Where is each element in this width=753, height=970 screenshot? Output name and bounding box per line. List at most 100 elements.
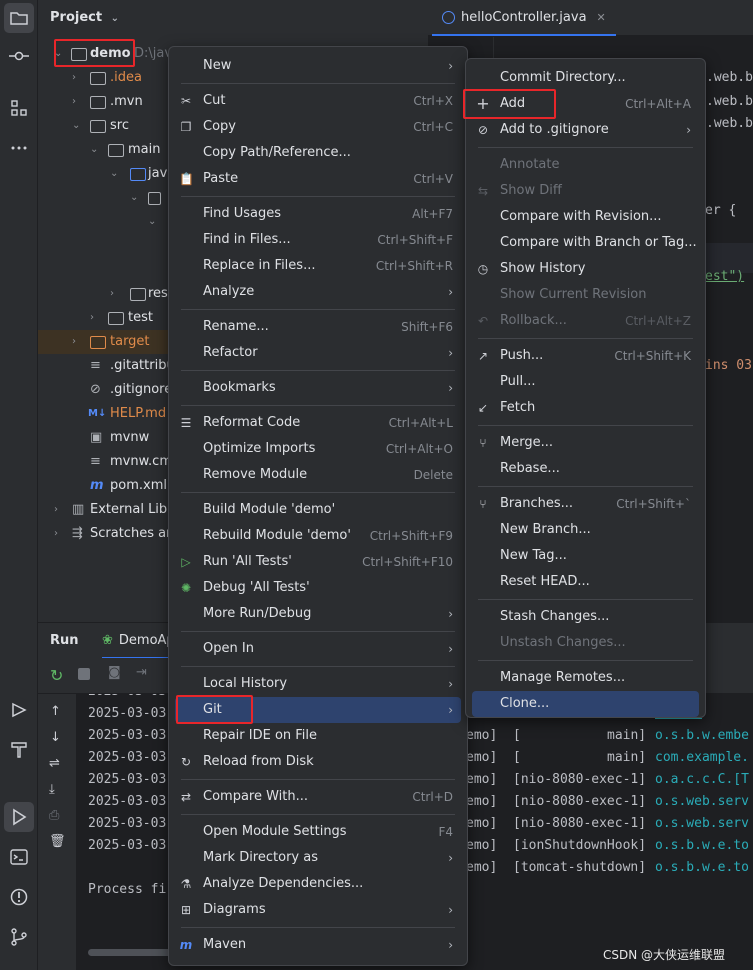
menu-item-rebuild-module-demo[interactable]: Rebuild Module 'demo' Ctrl+Shift+F9 bbox=[175, 523, 461, 549]
menu-item-build-module-demo[interactable]: Build Module 'demo' bbox=[175, 497, 461, 523]
project-panel-header[interactable]: Project ⌄ bbox=[50, 10, 119, 25]
menu-item-find-in-files[interactable]: Find in Files... Ctrl+Shift+F bbox=[175, 227, 461, 253]
menu-item-new-tag[interactable]: New Tag... bbox=[472, 543, 699, 569]
menu-item-cut[interactable]: ✂ Cut Ctrl+X bbox=[175, 88, 461, 114]
menu-item-git[interactable]: Git › bbox=[175, 697, 461, 723]
menu-item-new-branch[interactable]: New Branch... bbox=[472, 517, 699, 543]
reload-icon: ↻ bbox=[180, 755, 192, 769]
menu-item-paste[interactable]: 📋 Paste Ctrl+V bbox=[175, 166, 461, 192]
scroll-end-icon[interactable]: ⤓ bbox=[49, 782, 55, 797]
log-logger: o.a.c.c.C.[T bbox=[655, 772, 749, 787]
menu-item-optimize-imports[interactable]: Optimize Imports Ctrl+Alt+O bbox=[175, 436, 461, 462]
menu-item-stash-changes[interactable]: Stash Changes... bbox=[472, 604, 699, 630]
menu-item-replace-in-files[interactable]: Replace in Files... Ctrl+Shift+R bbox=[175, 253, 461, 279]
trash-icon[interactable]: 🗑 bbox=[49, 834, 66, 849]
menu-item-show-history[interactable]: ◷ Show History bbox=[472, 256, 699, 282]
run-panel-title: Run bbox=[50, 633, 79, 648]
menu-item-local-history[interactable]: Local History › bbox=[175, 671, 461, 697]
chevron-right-icon: › bbox=[54, 504, 58, 515]
print-icon[interactable]: ⎙ bbox=[49, 808, 59, 823]
menu-item-clone[interactable]: Clone... bbox=[472, 691, 699, 717]
run-tool-icon[interactable] bbox=[4, 802, 34, 832]
menu-item-analyze-dependencies[interactable]: ⚗ Analyze Dependencies... bbox=[175, 871, 461, 897]
problems-tool-icon[interactable] bbox=[7, 885, 31, 909]
menu-item-label: Run 'All Tests' bbox=[203, 554, 292, 569]
camera-icon[interactable]: ◙ bbox=[108, 665, 121, 680]
log-app: emo] bbox=[466, 816, 498, 831]
rerun-icon[interactable]: ↻ bbox=[50, 666, 63, 685]
menu-item-diagrams[interactable]: ⊞ Diagrams › bbox=[175, 897, 461, 923]
menu-item-compare-with[interactable]: ⇄ Compare With... Ctrl+D bbox=[175, 784, 461, 810]
soft-wrap-icon[interactable]: ⇌ bbox=[49, 756, 60, 771]
menu-item-repair-ide-on-file[interactable]: Repair IDE on File bbox=[175, 723, 461, 749]
menu-item-rebase[interactable]: Rebase... bbox=[472, 456, 699, 482]
menu-item-open-in[interactable]: Open In › bbox=[175, 636, 461, 662]
menu-item-label: Replace in Files... bbox=[203, 258, 316, 273]
chevron-right-icon: › bbox=[686, 123, 691, 137]
close-icon[interactable]: ✕ bbox=[597, 11, 606, 24]
log-logger: o.s.b.w.e.to bbox=[655, 860, 749, 875]
log-app: emo] bbox=[466, 772, 498, 787]
menu-item-merge[interactable]: ⑂ Merge... bbox=[472, 430, 699, 456]
menu-item-reload-from-disk[interactable]: ↻ Reload from Disk bbox=[175, 749, 461, 775]
tree-item-label: test bbox=[128, 310, 153, 325]
maven-icon: m bbox=[179, 938, 193, 952]
markdown-icon: M↓ bbox=[88, 408, 107, 419]
chevron-right-icon: › bbox=[90, 312, 94, 323]
debug-icon: ✺ bbox=[180, 581, 192, 595]
menu-item-maven[interactable]: m Maven › bbox=[175, 932, 461, 958]
exit-icon[interactable]: ⇥ bbox=[136, 665, 147, 680]
menu-item-copy[interactable]: ❐ Copy Ctrl+C bbox=[175, 114, 461, 140]
menu-item-shortcut: Ctrl+D bbox=[412, 790, 453, 804]
menu-item-compare-with-revision[interactable]: Compare with Revision... bbox=[472, 204, 699, 230]
menu-separator bbox=[181, 630, 455, 632]
menu-item-new[interactable]: New › bbox=[175, 53, 461, 79]
menu-item-fetch[interactable]: ↙ Fetch bbox=[472, 395, 699, 421]
menu-item-add-to-gitignore[interactable]: ⊘ Add to .gitignore › bbox=[472, 117, 699, 143]
excluded-folder-icon bbox=[90, 336, 106, 349]
menu-item-run-all-tests[interactable]: ▷ Run 'All Tests' Ctrl+Shift+F10 bbox=[175, 549, 461, 575]
git-tool-icon[interactable] bbox=[7, 925, 31, 949]
class-icon bbox=[442, 10, 455, 24]
menu-item-remove-module[interactable]: Remove Module Delete bbox=[175, 462, 461, 488]
stop-icon[interactable] bbox=[78, 668, 90, 680]
menu-item-branches[interactable]: ⑂ Branches... Ctrl+Shift+` bbox=[472, 491, 699, 517]
arrow-down-icon[interactable]: ↓ bbox=[50, 730, 61, 745]
menu-item-find-usages[interactable]: Find Usages Alt+F7 bbox=[175, 201, 461, 227]
menu-item-commit-directory[interactable]: Commit Directory... bbox=[472, 65, 699, 91]
menu-item-reformat-code[interactable]: ☰ Reformat Code Ctrl+Alt+L bbox=[175, 410, 461, 436]
commit-tool-icon[interactable] bbox=[7, 44, 31, 68]
menu-item-debug-all-tests[interactable]: ✺ Debug 'All Tests' bbox=[175, 575, 461, 601]
menu-item-rollback: ↶ Rollback... Ctrl+Alt+Z bbox=[472, 308, 699, 334]
push-icon: ↗ bbox=[477, 349, 489, 363]
menu-item-copy-path-reference[interactable]: Copy Path/Reference... bbox=[175, 140, 461, 166]
menu-item-pull[interactable]: Pull... bbox=[472, 369, 699, 395]
menu-item-shortcut: Ctrl+Shift+R bbox=[375, 259, 453, 273]
editor-tab[interactable]: helloController.java ✕ bbox=[432, 0, 616, 36]
log-timestamp: 2025-03-03 bbox=[88, 706, 167, 721]
services-tool-icon[interactable] bbox=[7, 698, 31, 722]
menu-item-shortcut: Ctrl+Alt+A bbox=[625, 97, 691, 111]
structure-tool-icon[interactable] bbox=[7, 96, 31, 120]
menu-item-label: Add to .gitignore bbox=[500, 122, 609, 137]
menu-item-compare-with-branch-or-tag[interactable]: Compare with Branch or Tag... bbox=[472, 230, 699, 256]
menu-item-reset-head[interactable]: Reset HEAD... bbox=[472, 569, 699, 595]
menu-item-bookmarks[interactable]: Bookmarks › bbox=[175, 375, 461, 401]
arrow-up-icon[interactable]: ↑ bbox=[50, 704, 61, 719]
menu-item-open-module-settings[interactable]: Open Module Settings F4 bbox=[175, 819, 461, 845]
menu-item-refactor[interactable]: Refactor › bbox=[175, 340, 461, 366]
more-tools-icon[interactable] bbox=[7, 136, 31, 160]
terminal-tool-icon[interactable] bbox=[7, 845, 31, 869]
project-tool-icon[interactable] bbox=[4, 3, 34, 33]
menu-item-label: Pull... bbox=[500, 374, 536, 389]
menu-item-mark-directory-as[interactable]: Mark Directory as › bbox=[175, 845, 461, 871]
menu-item-add[interactable]: + Add Ctrl+Alt+A bbox=[472, 91, 699, 117]
build-tool-icon[interactable] bbox=[7, 738, 31, 762]
maven-icon: m bbox=[90, 478, 104, 493]
menu-item-manage-remotes[interactable]: Manage Remotes... bbox=[472, 665, 699, 691]
menu-item-push[interactable]: ↗ Push... Ctrl+Shift+K bbox=[472, 343, 699, 369]
menu-item-rename[interactable]: Rename... Shift+F6 bbox=[175, 314, 461, 340]
menu-item-analyze[interactable]: Analyze › bbox=[175, 279, 461, 305]
log-thread: [ionShutdownHook] bbox=[513, 838, 647, 853]
menu-item-more-run-debug[interactable]: More Run/Debug › bbox=[175, 601, 461, 627]
